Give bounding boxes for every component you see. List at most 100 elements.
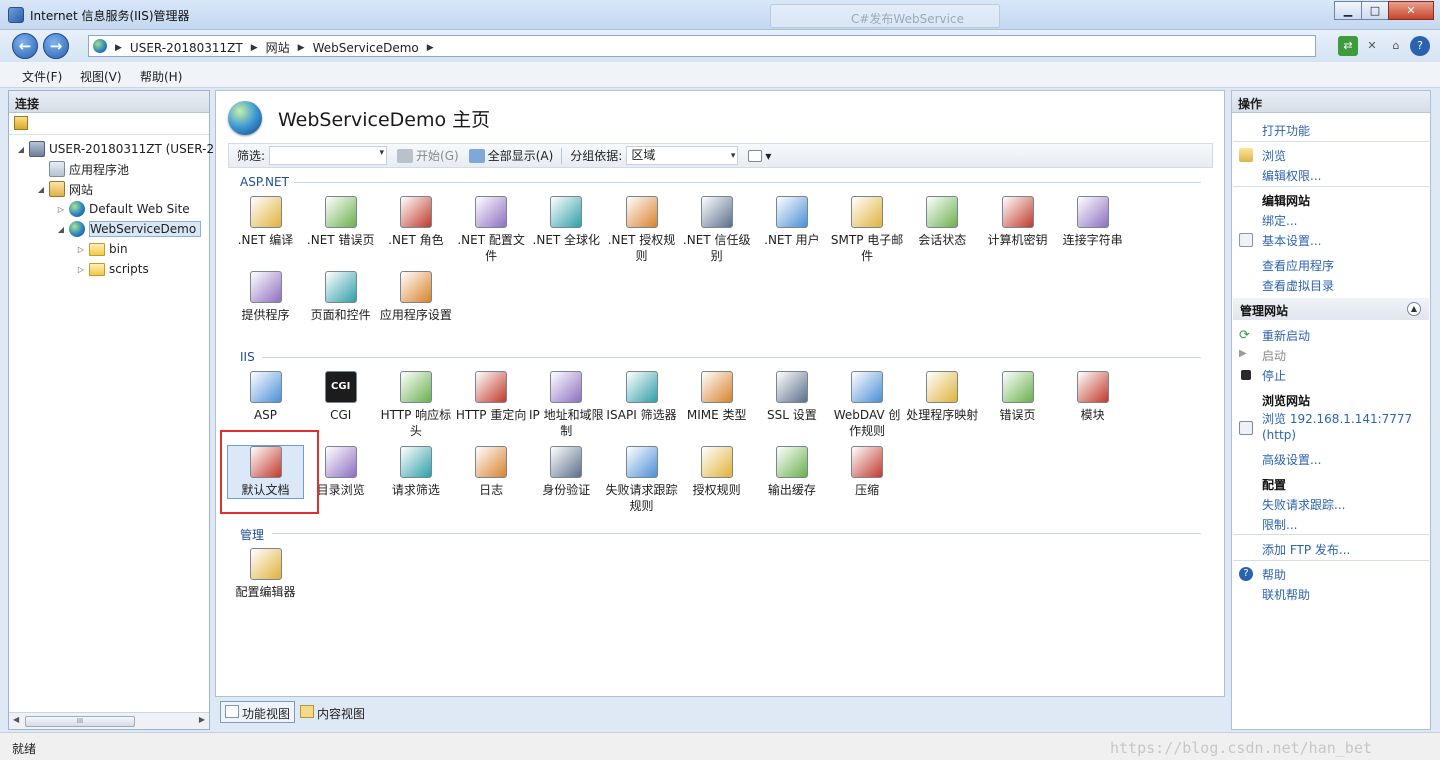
browse-address-link[interactable]: 浏览 192.168.1.141:7777: [1262, 410, 1412, 427]
feature-providers[interactable]: 提供程序: [228, 271, 303, 323]
collapse-icon[interactable]: ◢: [55, 225, 67, 234]
basic-settings-link[interactable]: 基本设置...: [1262, 232, 1321, 249]
open-feature-link[interactable]: 打开功能: [1262, 122, 1310, 139]
feature-roles[interactable]: .NET 角色: [378, 196, 453, 248]
forward-button[interactable]: →: [43, 33, 69, 59]
breadcrumb-server[interactable]: USER-20180311ZT: [130, 41, 243, 55]
breadcrumb-sites[interactable]: 网站: [266, 39, 290, 56]
tree-item-default-web-site[interactable]: ▷ Default Web Site: [55, 199, 190, 219]
feature-error-pages[interactable]: 错误页: [980, 371, 1055, 423]
view-applications-link[interactable]: 查看应用程序: [1262, 257, 1334, 274]
minimize-button[interactable]: ▁: [1334, 1, 1362, 20]
add-ftp-publishing-link[interactable]: 添加 FTP 发布...: [1262, 541, 1350, 558]
back-button[interactable]: ←: [12, 33, 38, 59]
feature-error-page[interactable]: .NET 错误页: [303, 196, 378, 248]
close-button[interactable]: ✕: [1388, 1, 1434, 20]
tree-item-sites[interactable]: ◢ 网站: [35, 179, 93, 199]
home-icon[interactable]: ⌂: [1386, 36, 1406, 56]
feature-logging[interactable]: 日志: [454, 446, 529, 498]
feature-mime[interactable]: MIME 类型: [679, 371, 754, 423]
feature-connection-string[interactable]: 连接字符串: [1055, 196, 1130, 248]
menu-file[interactable]: 文件(F): [22, 68, 62, 85]
globalization-icon: [550, 196, 583, 228]
feature-request-filtering[interactable]: 请求筛选: [378, 446, 453, 498]
tree-item-scripts[interactable]: ▷ scripts: [75, 259, 149, 279]
browse-protocol-link[interactable]: (http): [1262, 428, 1296, 442]
feature-ssl[interactable]: SSL 设置: [754, 371, 829, 423]
feature-smtp[interactable]: SMTP 电子邮件: [830, 196, 905, 264]
feature-failed-request[interactable]: 失败请求跟踪规则: [604, 446, 679, 514]
expand-icon[interactable]: ▷: [75, 245, 87, 254]
feature-authorization[interactable]: .NET 授权规则: [604, 196, 679, 264]
feature-authorization-rules[interactable]: 授权规则: [679, 446, 754, 498]
feature-pages-controls[interactable]: 页面和控件: [303, 271, 378, 323]
tab-content-view[interactable]: 内容视图: [295, 701, 370, 723]
feature-asp[interactable]: ASP: [228, 371, 303, 423]
feature-machine-key[interactable]: 计算机密钥: [980, 196, 1055, 248]
feature-isapi-filters[interactable]: ISAPI 筛选器: [604, 371, 679, 423]
scroll-left-icon[interactable]: ◀: [13, 715, 19, 724]
feature-label: CGI: [330, 408, 352, 422]
limits-link[interactable]: 限制...: [1262, 516, 1297, 533]
online-help-link[interactable]: 联机帮助: [1262, 586, 1310, 603]
feature-trust[interactable]: .NET 信任级别: [679, 196, 754, 264]
collapse-icon[interactable]: ◢: [35, 185, 47, 194]
tree-item-app-pools[interactable]: 应用程序池: [35, 159, 129, 179]
menu-help[interactable]: 帮助(H): [140, 68, 182, 85]
feature-profile[interactable]: .NET 配置文件: [454, 196, 529, 264]
breadcrumb-site[interactable]: WebServiceDemo: [313, 41, 419, 55]
expand-icon[interactable]: ▷: [55, 205, 67, 214]
restart-link[interactable]: 重新启动: [1262, 327, 1310, 344]
collapse-icon[interactable]: ▲: [1407, 302, 1421, 316]
maximize-button[interactable]: □: [1361, 1, 1389, 20]
tree-item-bin[interactable]: ▷ bin: [75, 239, 128, 259]
feature-label: .NET 用户: [764, 233, 820, 247]
expand-icon[interactable]: ▷: [75, 265, 87, 274]
tree-item-server[interactable]: ◢ USER-20180311ZT (USER-2: [15, 139, 214, 159]
breadcrumb-separator-icon[interactable]: ▶: [427, 43, 434, 53]
feature-authentication[interactable]: 身份验证: [529, 446, 604, 498]
help-icon[interactable]: ?: [1410, 36, 1430, 56]
edit-permissions-link[interactable]: 编辑权限...: [1262, 167, 1321, 184]
filter-input[interactable]: [269, 146, 388, 165]
show-all-button[interactable]: 全部显示(A): [468, 147, 553, 164]
roles-icon: [399, 196, 432, 228]
start-filter-button[interactable]: 开始(G): [397, 147, 459, 164]
explore-link[interactable]: 浏览: [1262, 147, 1286, 164]
tab-features-view[interactable]: 功能视图: [220, 701, 296, 723]
horizontal-scrollbar[interactable]: ◀ III ▶: [9, 712, 209, 729]
feature-handler-mappings[interactable]: 处理程序映射: [905, 371, 980, 423]
feature-config-editor[interactable]: 配置编辑器: [228, 548, 303, 600]
help-link[interactable]: 帮助: [1262, 566, 1286, 583]
menu-view[interactable]: 视图(V): [80, 68, 122, 85]
bindings-link[interactable]: 绑定...: [1262, 212, 1297, 229]
stop-link[interactable]: 停止: [1262, 367, 1286, 384]
view-mode-button[interactable]: ▾: [748, 149, 771, 163]
feature-globalization[interactable]: .NET 全球化: [529, 196, 604, 248]
collapse-icon[interactable]: ◢: [15, 145, 27, 154]
stop-icon[interactable]: ✕: [1362, 36, 1382, 56]
feature-redirect[interactable]: HTTP 重定向: [454, 371, 529, 423]
feature-modules[interactable]: 模块: [1055, 371, 1130, 423]
tree-item-webservicedemo[interactable]: ◢ WebServiceDemo: [55, 219, 202, 239]
iis-app-icon: [8, 7, 24, 23]
scroll-thumb[interactable]: III: [25, 716, 135, 727]
feature-users[interactable]: .NET 用户: [754, 196, 829, 248]
feature-cgi[interactable]: CGI CGI: [303, 371, 378, 423]
feature-output-cache[interactable]: 输出缓存: [754, 446, 829, 498]
feature-session[interactable]: 会话状态: [905, 196, 980, 248]
advanced-settings-link[interactable]: 高级设置...: [1262, 451, 1321, 468]
group-by-select[interactable]: 区域: [626, 146, 739, 165]
connect-icon[interactable]: [14, 116, 28, 130]
feature-compression[interactable]: 压缩: [830, 446, 905, 498]
view-virtual-directories-link[interactable]: 查看虚拟目录: [1262, 277, 1334, 294]
feature-http-headers[interactable]: HTTP 响应标头: [378, 371, 453, 439]
feature-app-settings[interactable]: 应用程序设置: [378, 271, 453, 323]
feature-webdav[interactable]: WebDAV 创作规则: [830, 371, 905, 439]
feature-ip-restrictions[interactable]: IP 地址和域限制: [529, 371, 604, 439]
address-bar[interactable]: ▶ USER-20180311ZT ▶ 网站 ▶ WebServiceDemo …: [88, 35, 1316, 57]
scroll-right-icon[interactable]: ▶: [199, 715, 205, 724]
refresh-icon[interactable]: ⇄: [1338, 36, 1358, 56]
feature-compile[interactable]: .NET 编译: [228, 196, 303, 248]
failed-request-tracing-link[interactable]: 失败请求跟踪...: [1262, 496, 1345, 513]
